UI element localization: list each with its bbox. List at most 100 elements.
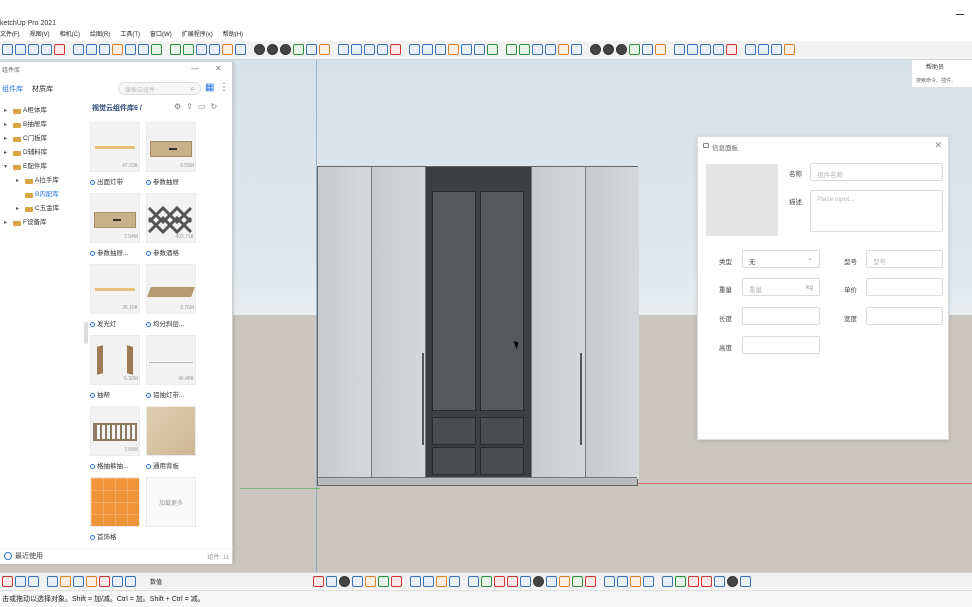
tool-icon[interactable] — [390, 44, 401, 55]
chevron-right-icon[interactable]: ▸ — [4, 132, 7, 146]
tool-icon[interactable] — [209, 44, 220, 55]
component-card[interactable]: 47.23K 出面灯带 — [90, 122, 140, 190]
component-card[interactable]: 36.15K 发光灯 — [90, 264, 140, 332]
tool-icon[interactable] — [338, 44, 349, 55]
wardrobe-model[interactable] — [317, 166, 639, 486]
tab-material-library[interactable]: 材质库 — [32, 84, 53, 94]
tool-icon[interactable] — [267, 44, 278, 55]
component-card[interactable]: 8.55M 参数抽屉 — [146, 122, 196, 190]
tool-icon[interactable] — [740, 576, 751, 587]
tool-icon[interactable] — [254, 44, 265, 55]
tool-icon[interactable] — [700, 44, 711, 55]
tool-icon[interactable] — [727, 576, 738, 587]
tool-icon[interactable] — [47, 576, 58, 587]
tree-item[interactable]: B内配库 — [4, 188, 88, 202]
library-search-input[interactable]: 搜索云组件 ⌕ — [118, 82, 201, 95]
description-field[interactable]: Place input... — [810, 190, 943, 232]
tool-icon[interactable] — [293, 44, 304, 55]
tool-icon[interactable] — [99, 44, 110, 55]
recent-used-button[interactable]: 最近使用 — [4, 551, 43, 561]
search-icon[interactable]: ⌕ — [191, 84, 195, 94]
tool-icon[interactable] — [494, 576, 505, 587]
load-more-button[interactable]: 加载更多 — [146, 477, 196, 545]
component-card[interactable]: 6.32M 抽帮 — [90, 335, 140, 403]
tool-icon[interactable] — [410, 576, 421, 587]
tool-icon[interactable] — [617, 576, 628, 587]
minimize-button[interactable] — [956, 14, 964, 15]
tool-icon[interactable] — [99, 576, 110, 587]
tool-icon[interactable] — [674, 44, 685, 55]
tool-icon[interactable] — [280, 44, 291, 55]
minimize-icon[interactable]: — — [191, 64, 199, 73]
tool-icon[interactable] — [616, 44, 627, 55]
tool-icon[interactable] — [585, 576, 596, 587]
tree-item[interactable]: ▸ D辅料库 — [4, 146, 88, 160]
weight-field[interactable]: 重量 kg — [742, 278, 820, 296]
tool-icon[interactable] — [713, 44, 724, 55]
tool-icon[interactable] — [546, 576, 557, 587]
tool-icon[interactable] — [687, 44, 698, 55]
tool-icon[interactable] — [86, 44, 97, 55]
tool-icon[interactable] — [758, 44, 769, 55]
menu-item[interactable]: 绘图(R) — [90, 30, 110, 41]
tool-icon[interactable] — [675, 576, 686, 587]
menu-item[interactable]: 视图(V) — [30, 30, 50, 41]
tool-icon[interactable] — [559, 576, 570, 587]
tool-icon[interactable] — [474, 44, 485, 55]
wardrobe-open-section[interactable] — [426, 167, 532, 479]
depth-field[interactable] — [866, 307, 943, 325]
tool-icon[interactable] — [507, 576, 518, 587]
tool-icon[interactable] — [196, 44, 207, 55]
tool-icon[interactable] — [409, 44, 420, 55]
tool-icon[interactable] — [572, 576, 583, 587]
tool-icon[interactable] — [520, 576, 531, 587]
tool-icon[interactable] — [643, 576, 654, 587]
tree-item[interactable]: ▸ C五金库 — [4, 202, 88, 216]
tool-icon[interactable] — [436, 576, 447, 587]
tool-icon[interactable] — [319, 44, 330, 55]
tree-item[interactable]: ▸ C门板库 — [4, 132, 88, 146]
grid-view-icon[interactable]: ▦ — [205, 82, 214, 93]
component-card[interactable]: 首饰格 — [90, 477, 140, 545]
breadcrumb[interactable]: 视觉云组件库6 / — [92, 103, 142, 113]
tool-icon[interactable] — [784, 44, 795, 55]
tool-icon[interactable] — [352, 576, 363, 587]
component-card[interactable]: 通用背板 — [146, 406, 196, 474]
menu-item[interactable]: 帮助(H) — [223, 30, 243, 41]
upload-icon[interactable]: ⇪ — [186, 102, 193, 111]
close-icon[interactable]: ✕ — [215, 64, 222, 73]
component-card[interactable]: 46.48K 铝抽灯带... — [146, 335, 196, 403]
chevron-right-icon[interactable]: ▸ — [4, 118, 7, 132]
tool-icon[interactable] — [54, 44, 65, 55]
tool-icon[interactable] — [365, 576, 376, 587]
tool-icon[interactable] — [377, 44, 388, 55]
height-field[interactable] — [742, 336, 820, 354]
tool-icon[interactable] — [422, 44, 433, 55]
model-field[interactable]: 型号 — [866, 250, 943, 268]
tool-icon[interactable] — [73, 576, 84, 587]
panel-splitter[interactable] — [84, 322, 88, 344]
chevron-down-icon[interactable]: ▾ — [4, 160, 7, 174]
tool-icon[interactable] — [125, 576, 136, 587]
menu-item[interactable]: 扩展程序(x) — [182, 30, 213, 41]
tab-component-library[interactable]: 组件库 — [2, 84, 23, 94]
menu-item[interactable]: 工具(T) — [120, 30, 140, 41]
tool-icon[interactable] — [506, 44, 517, 55]
tool-icon[interactable] — [603, 44, 614, 55]
tool-icon[interactable] — [222, 44, 233, 55]
tool-icon[interactable] — [112, 576, 123, 587]
tool-icon[interactable] — [448, 44, 459, 55]
tool-icon[interactable] — [2, 44, 13, 55]
tool-icon[interactable] — [423, 576, 434, 587]
chevron-right-icon[interactable]: ▸ — [4, 146, 7, 160]
wardrobe-door-left-1[interactable] — [318, 167, 372, 479]
settings-icon[interactable]: ⚙ — [174, 102, 181, 111]
tool-icon[interactable] — [235, 44, 246, 55]
component-card[interactable]: 7.54M 参数抽屉... — [90, 193, 140, 261]
wardrobe-door-left-2[interactable] — [372, 167, 426, 479]
tool-icon[interactable] — [533, 576, 544, 587]
tool-icon[interactable] — [558, 44, 569, 55]
tool-icon[interactable] — [378, 576, 389, 587]
tool-icon[interactable] — [326, 576, 337, 587]
component-card[interactable]: 403.71K 参数酒格 — [146, 193, 196, 261]
